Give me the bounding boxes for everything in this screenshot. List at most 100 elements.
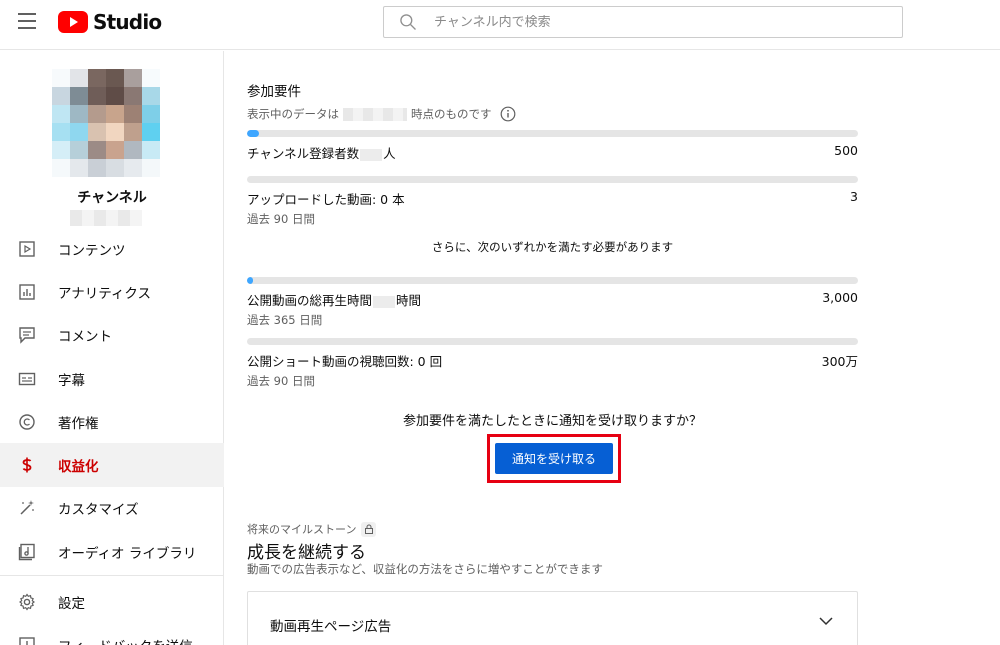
avatar-pixel — [142, 159, 160, 177]
avatar-pixel — [106, 159, 124, 177]
logo-text: Studio — [93, 10, 162, 34]
top-header: Studio — [0, 0, 1000, 50]
sidebar-item-analytics[interactable]: アナリティクス — [0, 270, 224, 313]
avatar-pixel — [124, 141, 142, 159]
sidebar-item-label: アナリティクス — [58, 285, 152, 302]
card-title: 動画再生ページ広告 — [270, 619, 392, 635]
gear-icon — [18, 593, 36, 611]
requirement-target: 500 — [834, 143, 858, 158]
sidebar-item-label: 設定 — [58, 596, 85, 613]
sidebar-item-label: 著作権 — [58, 415, 99, 432]
dollar-icon — [18, 456, 36, 474]
requirement-period: 過去 90 日間 — [247, 212, 315, 226]
audio-library-icon — [18, 543, 36, 561]
avatar-pixel — [124, 105, 142, 123]
channel-handle-redacted — [70, 210, 142, 226]
sidebar-item-copyright[interactable]: 著作権 — [0, 400, 224, 443]
sidebar-item-settings[interactable]: 設定 — [0, 580, 224, 623]
avatar-pixel — [106, 123, 124, 141]
sidebar-nav: コンテンツ アナリティクス コメント 字幕 著作権 収益化 カスタマイズ オーデ… — [0, 227, 224, 645]
requirement-label-suffix: 時間 — [396, 293, 422, 308]
highlight-frame: 通知を受け取る — [487, 434, 621, 483]
info-icon[interactable] — [500, 106, 516, 122]
avatar-pixel — [88, 105, 106, 123]
avatar-pixel — [70, 141, 88, 159]
avatar-pixel — [124, 69, 142, 87]
avatar-pixel — [124, 123, 142, 141]
sidebar-item-label: 字幕 — [58, 372, 85, 389]
avatar-pixel — [142, 87, 160, 105]
avatar-pixel — [142, 105, 160, 123]
avatar-pixel — [88, 141, 106, 159]
channel-name: チャンネル — [77, 190, 147, 206]
requirement-label-prefix: 公開動画の総再生時間 — [247, 293, 373, 308]
avatar-pixel — [142, 141, 160, 159]
milestone-description: 動画での広告表示など、収益化の方法をさらに増やすことができます — [247, 562, 603, 576]
requirement-label-suffix: 人 — [383, 146, 396, 161]
search-input[interactable] — [434, 14, 874, 30]
watch-page-ads-card[interactable]: 動画再生ページ広告 — [247, 591, 858, 645]
feedback-icon — [18, 636, 36, 645]
sidebar-item-feedback[interactable]: フィードバックを送信 — [0, 624, 224, 645]
analytics-icon — [18, 283, 36, 301]
avatar-pixel — [142, 69, 160, 87]
requirement-target: 3,000 — [822, 290, 858, 305]
content-icon — [18, 240, 36, 258]
subtitles-icon — [18, 370, 36, 388]
requirement-uploads: アップロードした動画: 0 本 3 過去 90 日間 — [247, 176, 858, 227]
sidebar-item-label: コンテンツ — [58, 242, 126, 259]
search-box[interactable] — [383, 6, 903, 38]
progress-bar — [247, 130, 858, 137]
progress-bar — [247, 277, 858, 284]
avatar-pixel — [88, 87, 106, 105]
sidebar-item-label: 収益化 — [58, 459, 99, 476]
data-note: 表示中のデータは 時点のものです — [247, 106, 516, 122]
progress-fill — [247, 277, 254, 284]
avatar-pixel — [106, 87, 124, 105]
notify-me-button[interactable]: 通知を受け取る — [495, 443, 613, 474]
requirement-period: 過去 90 日間 — [247, 374, 315, 388]
progress-fill — [247, 130, 260, 137]
avatar-pixel — [52, 87, 70, 105]
sidebar-item-content[interactable]: コンテンツ — [0, 227, 224, 270]
hamburger-menu-icon[interactable] — [18, 13, 36, 29]
youtube-studio-logo[interactable]: Studio — [58, 9, 162, 35]
milestone-label: 将来のマイルストーン — [247, 521, 377, 537]
data-note-prefix: 表示中のデータは — [247, 107, 339, 121]
requirement-label-prefix: チャンネル登録者数 — [247, 146, 360, 161]
magic-wand-icon — [18, 499, 36, 517]
chevron-down-icon[interactable] — [819, 616, 833, 626]
milestone-label-text: 将来のマイルストーン — [247, 523, 357, 536]
redacted-count — [373, 295, 396, 308]
avatar-pixel — [70, 159, 88, 177]
comment-icon — [18, 326, 36, 344]
copyright-icon — [18, 413, 36, 431]
avatar[interactable] — [52, 69, 160, 177]
sidebar-item-audio-library[interactable]: オーディオ ライブラリ — [0, 530, 224, 573]
avatar-pixel — [70, 105, 88, 123]
avatar-pixel — [124, 159, 142, 177]
sidebar-divider — [0, 575, 224, 577]
progress-bar — [247, 176, 858, 183]
requirement-label: アップロードした動画: 0 本 — [247, 192, 405, 207]
also-required-text: さらに、次のいずれかを満たす必要があります — [431, 240, 674, 254]
avatar-pixel — [142, 123, 160, 141]
search-icon — [400, 14, 416, 30]
redacted-count — [360, 148, 383, 161]
progress-bar — [247, 338, 858, 345]
sidebar-item-customize[interactable]: カスタマイズ — [0, 487, 224, 530]
avatar-pixel — [70, 87, 88, 105]
sidebar-item-subtitles[interactable]: 字幕 — [0, 357, 224, 400]
requirement-shorts-views: 公開ショート動画の視聴回数: 0 回 300万 過去 90 日間 — [247, 338, 858, 389]
avatar-pixel — [106, 141, 124, 159]
lock-icon — [361, 521, 377, 537]
avatar-pixel — [52, 123, 70, 141]
sidebar-item-monetization[interactable]: 収益化 — [0, 443, 224, 487]
sidebar-item-label: コメント — [58, 329, 112, 346]
requirement-label: 公開動画の総再生時間 時間 — [247, 290, 421, 309]
sidebar-item-comments[interactable]: コメント — [0, 314, 224, 357]
avatar-pixel — [52, 159, 70, 177]
main-content: 参加要件 表示中のデータは 時点のものです チャンネル登録者数 人 500 アップ… — [225, 51, 1000, 645]
avatar-pixel — [52, 141, 70, 159]
requirement-target: 3 — [850, 189, 858, 204]
